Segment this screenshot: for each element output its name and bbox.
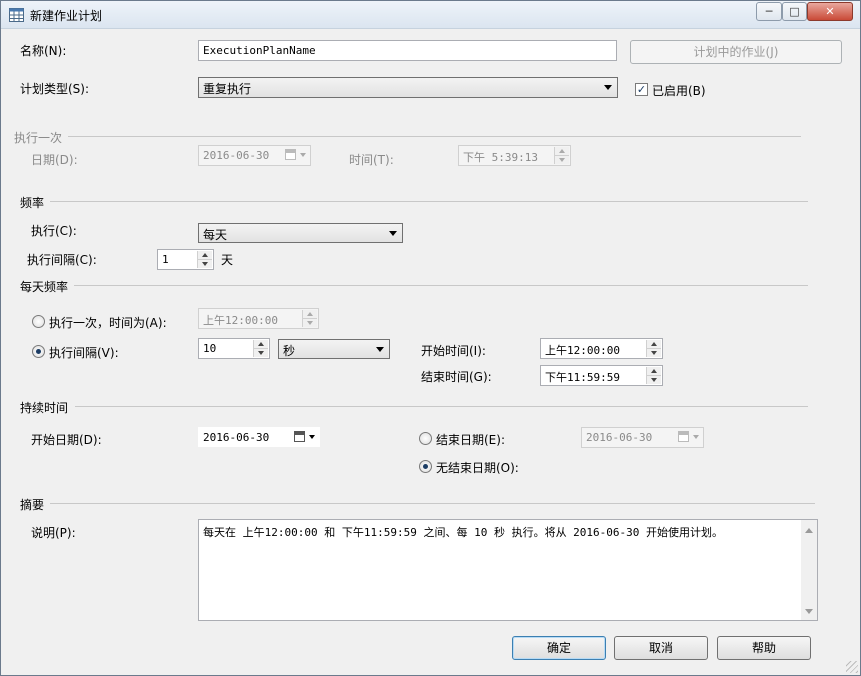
enabled-label: 已启用(B): [652, 84, 706, 98]
name-label: 名称(N):: [20, 44, 67, 58]
no-end-date-label: 无结束日期(O):: [436, 461, 519, 475]
maximize-button[interactable]: □: [782, 2, 807, 21]
section-duration: 持续时间: [20, 399, 808, 416]
minimize-icon: ─: [765, 5, 773, 18]
chevron-down-icon: [389, 231, 397, 236]
occurs-select[interactable]: 每天: [198, 223, 403, 243]
start-time-value: 上午12:00:00: [545, 344, 620, 357]
section-daily-title: 每天频率: [20, 278, 75, 295]
daily-once-radio[interactable]: [32, 315, 45, 328]
occurs-value: 每天: [203, 228, 228, 242]
start-time-input[interactable]: 上午12:00:00: [540, 338, 663, 359]
section-daily-frequency: 每天频率: [20, 278, 808, 295]
no-end-date-radio[interactable]: [419, 460, 432, 473]
description-text: 每天在 上午12:00:00 和 下午11:59:59 之间、每 10 秒 执行…: [203, 526, 724, 539]
help-button[interactable]: 帮助: [717, 636, 811, 660]
section-summary: 摘要: [20, 496, 815, 513]
ok-button[interactable]: 确定: [512, 636, 606, 660]
spinner-icon[interactable]: [554, 147, 569, 164]
daily-every-unit-value: 秒: [283, 344, 296, 358]
once-time-value: 下午 5:39:13: [463, 151, 538, 164]
section-frequency-title: 频率: [20, 194, 51, 211]
chevron-down-icon: [376, 347, 384, 352]
calendar-icon: [293, 430, 317, 444]
section-duration-title: 持续时间: [20, 399, 75, 416]
start-date-value: 2016-06-30: [203, 431, 270, 444]
end-date-picker[interactable]: 2016-06-30: [581, 427, 704, 448]
description-textarea[interactable]: 每天在 上午12:00:00 和 下午11:59:59 之间、每 10 秒 执行…: [198, 519, 818, 621]
dialog-window: 新建作业计划 ─ □ ✕ 名称(N): ExecutionPlanName 计划…: [0, 0, 861, 676]
end-date-value: 2016-06-30: [586, 431, 653, 444]
spinner-icon[interactable]: [197, 251, 212, 268]
recurs-value: 1: [162, 253, 169, 266]
start-date-label: 开始日期(D):: [31, 433, 102, 447]
close-button[interactable]: ✕: [807, 2, 853, 21]
once-date-label: 日期(D):: [31, 153, 78, 167]
start-time-label: 开始时间(I):: [421, 344, 486, 358]
daily-every-label: 执行间隔(V):: [49, 346, 119, 360]
once-date-value: 2016-06-30: [203, 149, 270, 162]
schedule-type-label: 计划类型(S):: [20, 82, 90, 96]
spinner-icon[interactable]: [253, 340, 268, 357]
cancel-button[interactable]: 取消: [614, 636, 708, 660]
scroll-up-icon[interactable]: [805, 528, 813, 533]
window-title: 新建作业计划: [30, 9, 103, 23]
schedule-type-value: 重复执行: [203, 82, 252, 96]
daily-every-value: 10: [203, 342, 217, 355]
end-time-value: 下午11:59:59: [545, 371, 620, 384]
close-icon: ✕: [825, 5, 835, 18]
schedule-type-select[interactable]: 重复执行: [198, 77, 618, 98]
calendar-icon: [677, 430, 701, 444]
daily-every-radio[interactable]: [32, 345, 45, 358]
daily-once-time-value: 上午12:00:00: [203, 314, 278, 327]
daily-every-input[interactable]: 10: [198, 338, 270, 359]
once-time-input[interactable]: 下午 5:39:13: [458, 145, 571, 166]
spinner-icon[interactable]: [646, 367, 661, 384]
calendar-icon: [284, 148, 308, 162]
daily-once-label: 执行一次，时间为(A):: [49, 316, 167, 330]
enabled-checkbox[interactable]: ✓: [635, 83, 648, 96]
section-frequency: 频率: [20, 194, 808, 211]
section-once: 执行一次: [14, 129, 801, 146]
spinner-icon[interactable]: [646, 340, 661, 357]
description-label: 说明(P):: [31, 526, 76, 540]
recurs-input[interactable]: 1: [157, 249, 214, 270]
recurs-label: 执行间隔(C):: [27, 253, 97, 267]
chevron-down-icon: [604, 85, 612, 90]
end-date-radio[interactable]: [419, 432, 432, 445]
jobs-in-schedule-button[interactable]: 计划中的作业(J): [630, 40, 842, 64]
occurs-label: 执行(C):: [31, 224, 77, 238]
start-date-picker[interactable]: 2016-06-30: [198, 427, 320, 447]
end-date-label: 结束日期(E):: [436, 433, 505, 447]
daily-every-unit-select[interactable]: 秒: [278, 339, 390, 359]
schedule-grid-icon: [9, 8, 24, 22]
maximize-icon: □: [789, 5, 800, 18]
name-input[interactable]: ExecutionPlanName: [198, 40, 617, 61]
title-bar[interactable]: 新建作业计划 ─ □ ✕: [1, 1, 860, 29]
vertical-scrollbar[interactable]: [801, 520, 817, 620]
section-summary-title: 摘要: [20, 496, 51, 513]
end-time-input[interactable]: 下午11:59:59: [540, 365, 663, 386]
scroll-down-icon[interactable]: [805, 609, 813, 614]
once-date-picker[interactable]: 2016-06-30: [198, 145, 311, 166]
spinner-icon[interactable]: [302, 310, 317, 327]
minimize-button[interactable]: ─: [756, 2, 782, 21]
daily-once-time-input[interactable]: 上午12:00:00: [198, 308, 319, 329]
recurs-unit: 天: [221, 253, 234, 267]
resize-grip-icon[interactable]: [846, 661, 858, 673]
end-time-label: 结束时间(G):: [421, 370, 492, 384]
once-time-label: 时间(T):: [349, 153, 394, 167]
section-once-title: 执行一次: [14, 129, 69, 146]
